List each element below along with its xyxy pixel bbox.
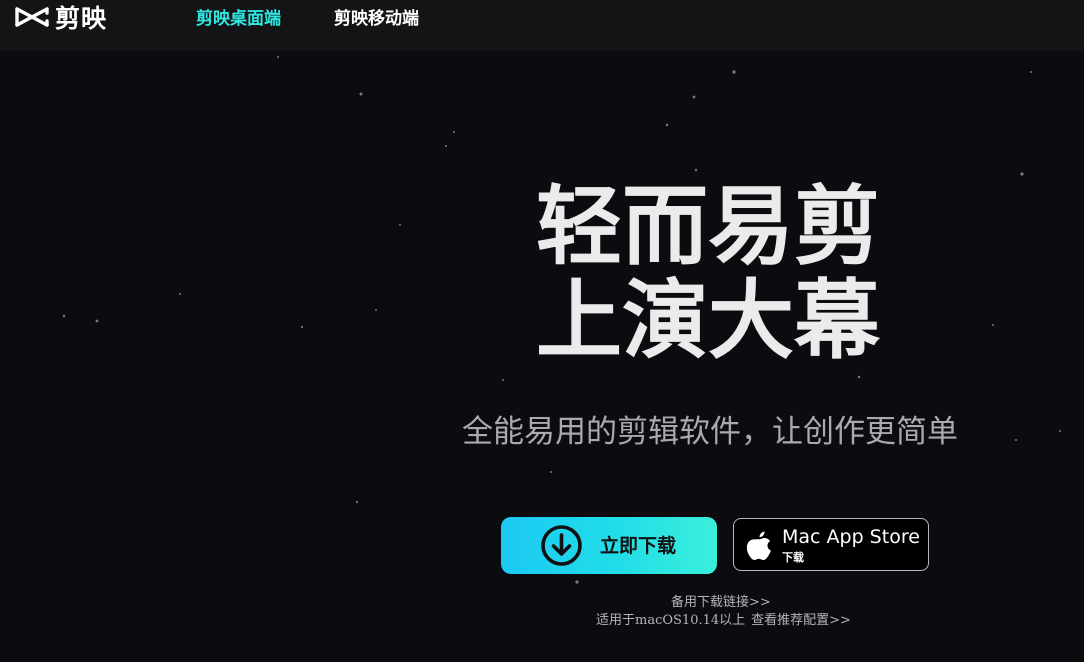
download-arrow-icon: [541, 525, 582, 566]
nav-desktop-tab[interactable]: 剪映桌面端: [196, 4, 281, 29]
brand-logo[interactable]: 剪映: [14, 0, 107, 34]
app-store-title: Mac App Store: [782, 526, 920, 548]
download-button-label: 立即下载: [600, 535, 677, 557]
hero-headline: 轻而易剪 上演大幕: [536, 180, 916, 368]
compatibility-text: 适用于macOS10.14以上: [596, 613, 746, 628]
nav-mobile-tab[interactable]: 剪映移动端: [334, 4, 419, 29]
hero-subtitle: 全能易用的剪辑软件，让创作更简单: [462, 414, 958, 450]
brand-name: 剪映: [55, 4, 108, 33]
recommended-config-link[interactable]: 查看推荐配置>>: [751, 613, 851, 628]
apple-icon: [746, 531, 771, 560]
top-header: 剪映 剪映桌面端 剪映移动端: [0, 0, 1084, 51]
download-button[interactable]: 立即下载: [501, 517, 717, 574]
headline-line-2: 上演大幕: [536, 270, 880, 371]
backup-download-link[interactable]: 备用下载链接>>: [671, 591, 771, 610]
mac-app-store-button[interactable]: Mac App Store 下载: [733, 518, 929, 571]
headline-line-1: 轻而易剪: [536, 176, 880, 277]
capcut-logo-icon: [15, 7, 49, 27]
compatibility-note: 适用于macOS10.14以上 查看推荐配置>>: [596, 609, 851, 628]
app-store-subtitle: 下载: [782, 551, 804, 564]
